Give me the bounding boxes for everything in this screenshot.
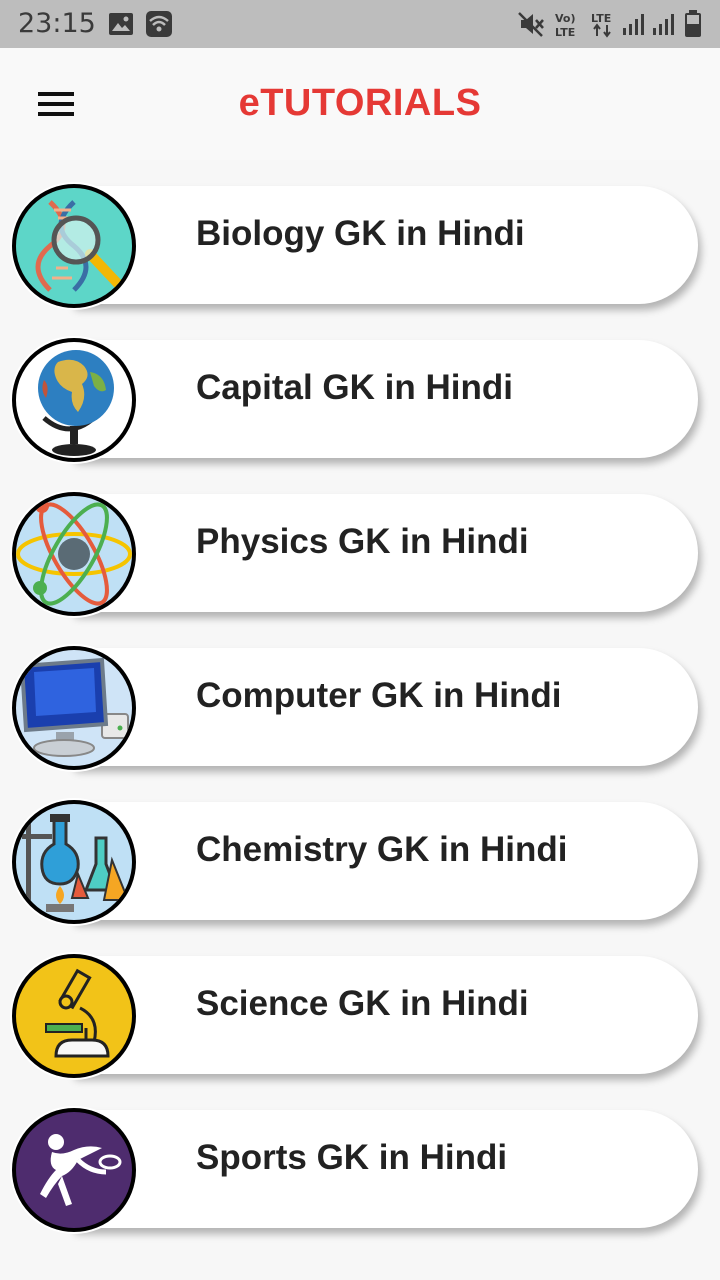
app-title: eTUTORIALS bbox=[238, 82, 482, 124]
list-item-chemistry[interactable]: Chemistry GK in Hindi bbox=[12, 800, 700, 924]
battery-icon bbox=[684, 10, 702, 43]
atom-icon bbox=[12, 492, 136, 616]
signal-icon bbox=[652, 12, 676, 41]
list-item-science[interactable]: Science GK in Hindi bbox=[12, 954, 700, 1078]
lte-icon: LTE bbox=[590, 10, 618, 43]
globe-icon bbox=[12, 338, 136, 462]
svg-text:LTE: LTE bbox=[591, 12, 611, 25]
volte-icon: Vo) LTE bbox=[554, 10, 582, 43]
list-item-sports[interactable]: Sports GK in Hindi bbox=[12, 1108, 700, 1232]
image-icon bbox=[108, 12, 134, 41]
lab-flask-icon bbox=[12, 800, 136, 924]
status-bar: 23:15 Vo) LTE LTE bbox=[0, 0, 720, 48]
list-item-label: Science GK in Hindi bbox=[196, 984, 529, 1023]
mute-icon bbox=[518, 11, 546, 42]
list-item-computer[interactable]: Computer GK in Hindi bbox=[12, 646, 700, 770]
dna-magnifier-icon bbox=[12, 184, 136, 308]
wifi-hotspot-icon bbox=[146, 11, 172, 42]
signal-icon bbox=[622, 12, 646, 41]
svg-text:Vo): Vo) bbox=[555, 12, 576, 25]
athlete-icon bbox=[12, 1108, 136, 1232]
list-item-capital[interactable]: Capital GK in Hindi bbox=[12, 338, 700, 462]
list-item-label: Computer GK in Hindi bbox=[196, 676, 562, 715]
list-item-biology[interactable]: Biology GK in Hindi bbox=[12, 184, 700, 308]
app-bar: eTUTORIALS bbox=[0, 48, 720, 160]
svg-text:LTE: LTE bbox=[555, 26, 575, 38]
microscope-icon bbox=[12, 954, 136, 1078]
status-time: 23:15 bbox=[18, 8, 96, 39]
list-item-label: Physics GK in Hindi bbox=[196, 522, 529, 561]
list-item-label: Sports GK in Hindi bbox=[196, 1138, 508, 1177]
list-item-label: Chemistry GK in Hindi bbox=[196, 830, 568, 869]
list-item-physics[interactable]: Physics GK in Hindi bbox=[12, 492, 700, 616]
list-item-label: Capital GK in Hindi bbox=[196, 368, 513, 407]
list-item-label: Biology GK in Hindi bbox=[196, 214, 525, 253]
computer-icon bbox=[12, 646, 136, 770]
